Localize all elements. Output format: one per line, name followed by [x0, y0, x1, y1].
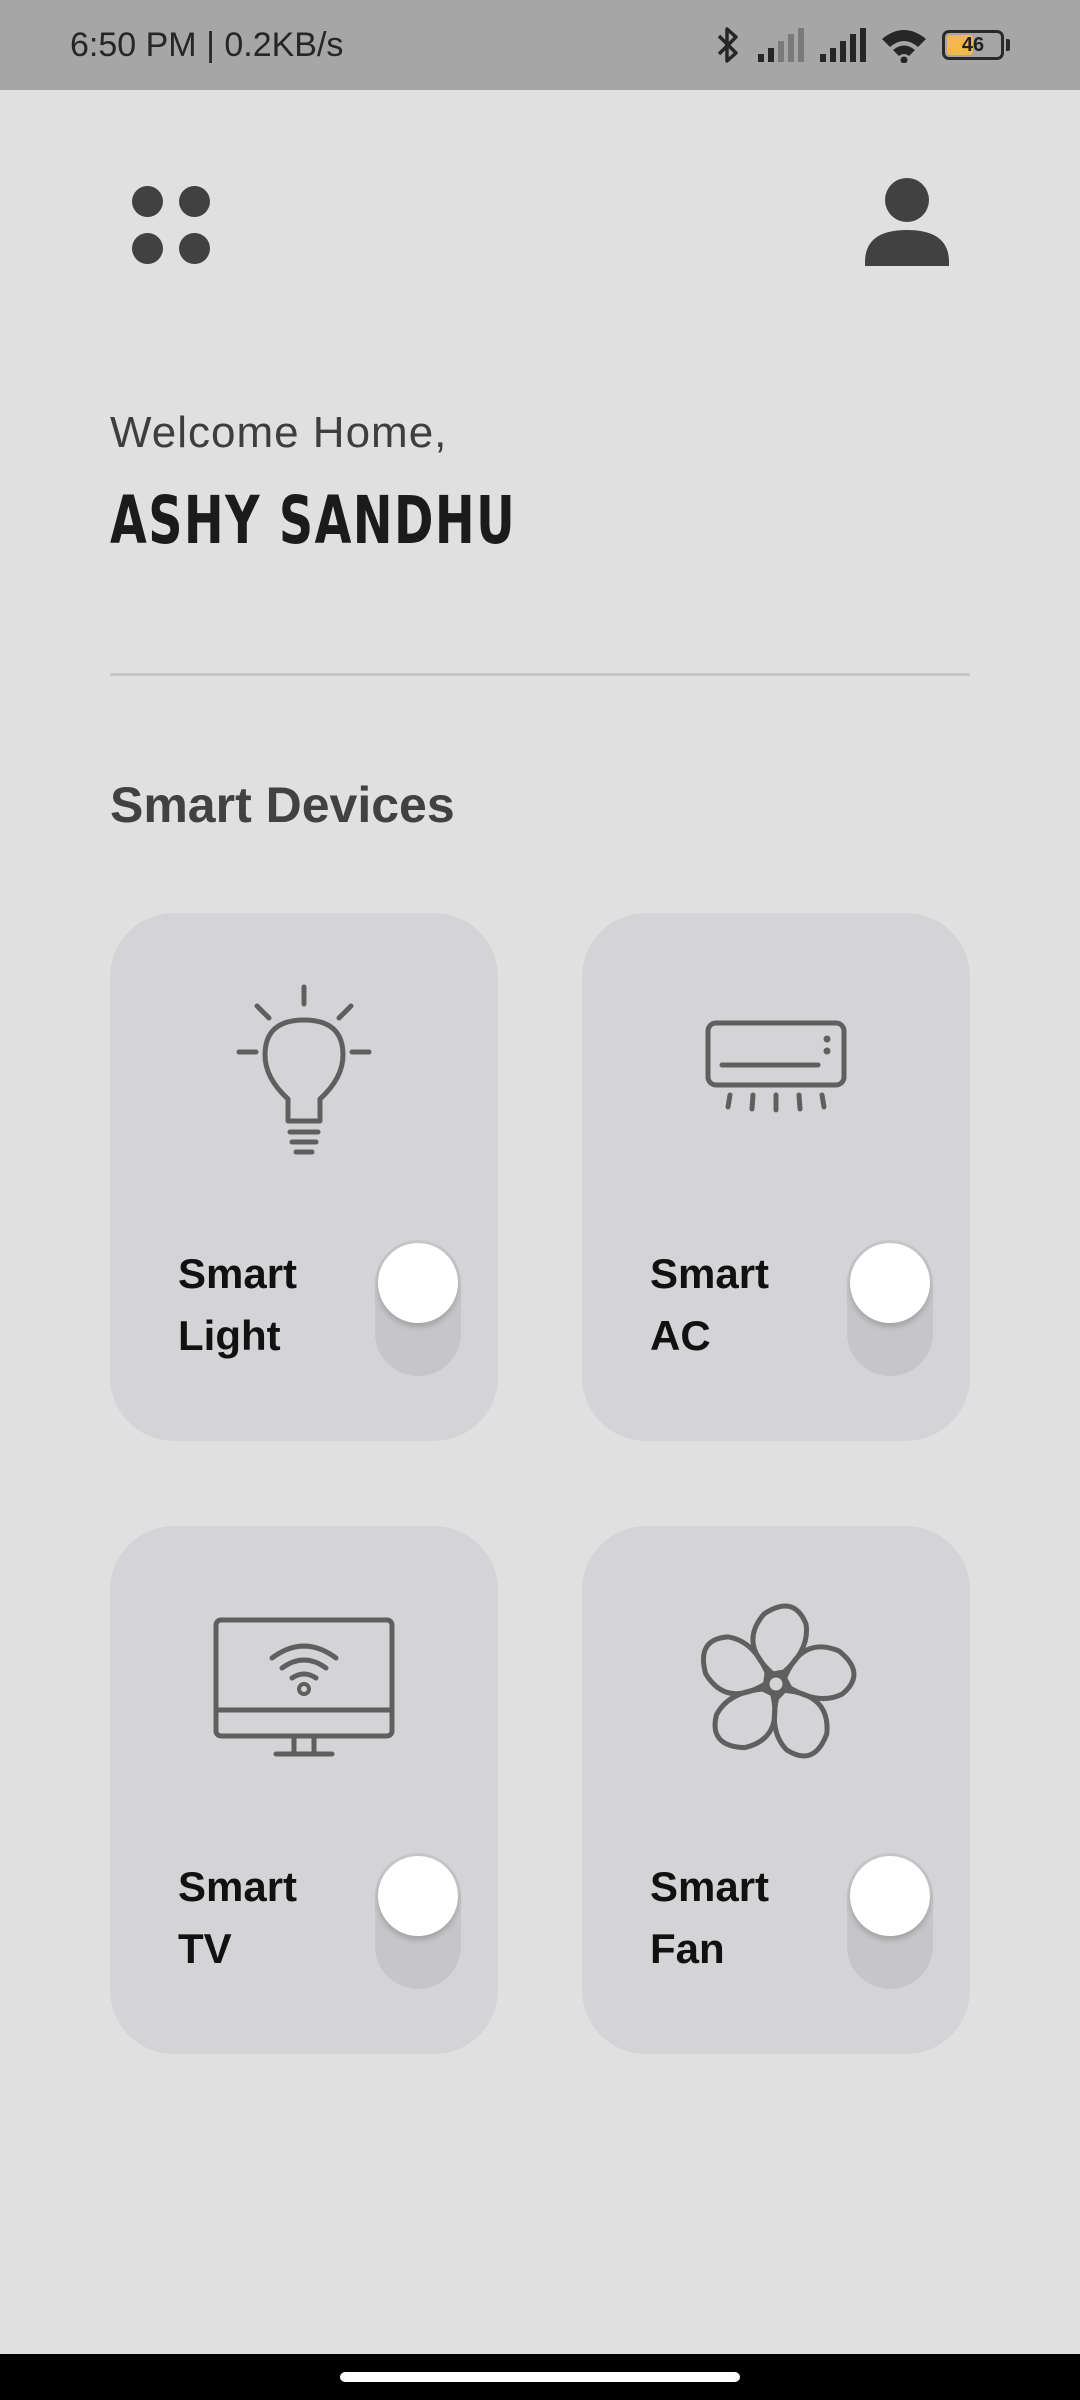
device-toggle[interactable] — [375, 1853, 461, 1989]
toggle-knob — [378, 1243, 458, 1323]
user-icon[interactable] — [862, 178, 952, 270]
device-label-line1: Smart — [650, 1863, 770, 1910]
device-label-line1: Smart — [178, 1863, 298, 1910]
device-toggle[interactable] — [847, 1240, 933, 1376]
system-nav-bar — [0, 2354, 1080, 2400]
bluetooth-icon — [717, 27, 738, 63]
device-card-ac[interactable]: Smart AC — [582, 913, 970, 1441]
icon-area — [582, 913, 970, 1213]
divider — [110, 673, 970, 676]
device-label-line2: Light — [178, 1312, 281, 1359]
device-label-line2: AC — [650, 1312, 711, 1359]
signal-strong-icon — [820, 28, 866, 62]
user-name: ASHY SANDHU — [110, 482, 517, 559]
grid-dots-icon[interactable] — [128, 182, 214, 268]
device-label: Smart Light — [178, 1243, 348, 1367]
device-label-line2: TV — [178, 1925, 232, 1972]
device-label: Smart TV — [178, 1856, 348, 1980]
device-card-tv[interactable]: Smart TV — [110, 1526, 498, 2054]
header — [0, 90, 1080, 270]
icon-area — [582, 1526, 970, 1826]
section-title: Smart Devices — [110, 777, 455, 833]
device-toggle[interactable] — [847, 1853, 933, 1989]
device-label-line2: Fan — [650, 1925, 725, 1972]
battery-level: 46 — [961, 33, 985, 56]
wifi-icon — [882, 30, 926, 63]
device-label: Smart AC — [650, 1243, 820, 1367]
lightbulb-icon — [236, 984, 372, 1155]
signal-weak-icon — [758, 28, 804, 62]
device-label: Smart Fan — [650, 1856, 820, 1980]
home-indicator[interactable] — [340, 2372, 740, 2382]
status-icons: 46 — [714, 25, 1010, 65]
device-card-fan[interactable]: Smart Fan — [582, 1526, 970, 2054]
device-toggle[interactable] — [375, 1240, 461, 1376]
toggle-knob — [378, 1856, 458, 1936]
air-conditioner-icon — [705, 1020, 847, 1113]
greeting-text: Welcome Home, — [110, 408, 448, 457]
device-label-line1: Smart — [650, 1250, 770, 1297]
battery-tip — [1006, 39, 1010, 51]
toggle-knob — [850, 1856, 930, 1936]
smart-tv-icon — [213, 1617, 395, 1757]
icon-area — [110, 1526, 498, 1826]
fan-icon — [700, 1603, 857, 1759]
status-bar: 6:50 PM | 0.2KB/s 46 — [0, 0, 1080, 90]
device-card-light[interactable]: Smart Light — [110, 913, 498, 1441]
battery-icon: 46 — [942, 30, 1004, 60]
device-label-line1: Smart — [178, 1250, 298, 1297]
icon-area — [110, 913, 498, 1213]
toggle-knob — [850, 1243, 930, 1323]
status-time-speed: 6:50 PM | 0.2KB/s — [70, 25, 344, 64]
